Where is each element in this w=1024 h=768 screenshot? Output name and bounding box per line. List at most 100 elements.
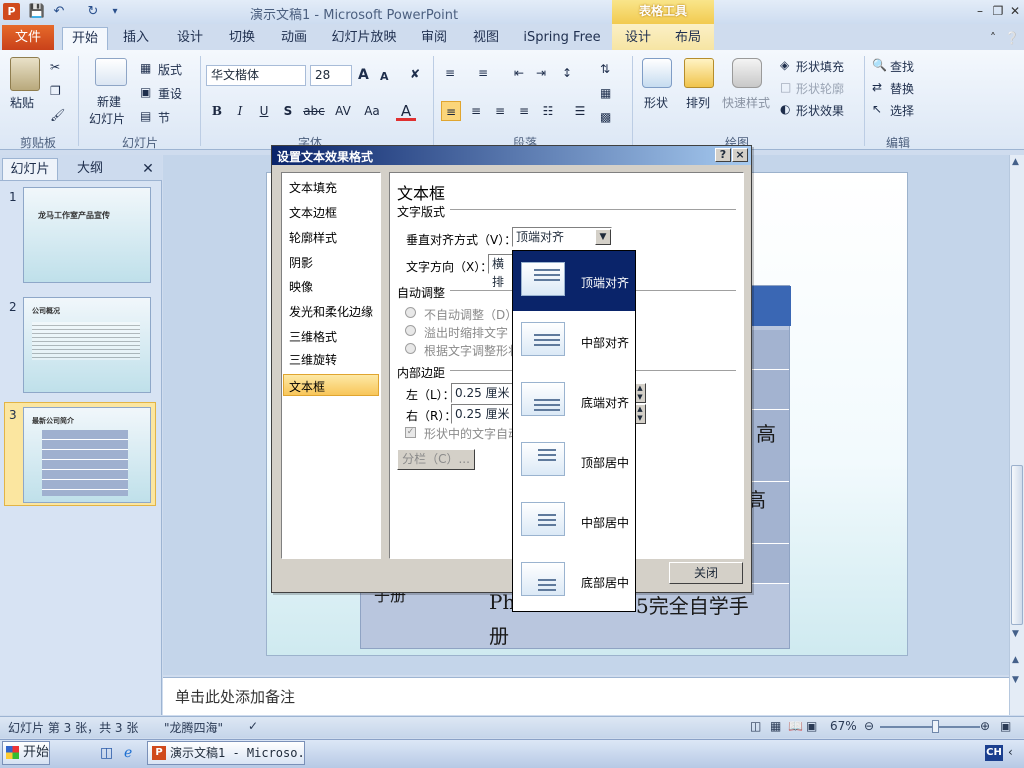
dialog-help-button[interactable]: ?: [715, 148, 731, 162]
copy-icon[interactable]: ❐: [50, 84, 61, 98]
zoom-level[interactable]: 67%: [830, 719, 857, 733]
font-name-combo[interactable]: 华文楷体: [206, 65, 306, 86]
spell-check-icon[interactable]: ✓: [248, 719, 258, 733]
paste-icon[interactable]: [10, 57, 40, 91]
normal-view-icon[interactable]: ◫: [750, 719, 761, 733]
columns-icon[interactable]: ☰: [570, 101, 590, 121]
tab-ispring[interactable]: iSpring Free: [520, 27, 604, 50]
quick-styles-icon[interactable]: [732, 58, 762, 88]
margin-right-input[interactable]: 0.25 厘米: [451, 404, 513, 424]
category-3d-format[interactable]: 三维格式: [289, 328, 337, 345]
redo-icon[interactable]: ↻: [84, 3, 102, 21]
scroll-up-icon[interactable]: ▲: [1012, 157, 1019, 167]
slide-sorter-icon[interactable]: ▦: [770, 719, 781, 733]
zoom-in-icon[interactable]: ⊕: [980, 719, 990, 733]
tab-review[interactable]: 审阅: [412, 27, 456, 50]
zoom-out-icon[interactable]: ⊖: [864, 719, 874, 733]
columns-button[interactable]: 分栏（C）...: [397, 449, 475, 470]
grow-font-button[interactable]: A: [358, 67, 369, 83]
dialog-close-button[interactable]: 关闭: [669, 562, 743, 584]
shape-fill-button[interactable]: 形状填充: [796, 58, 844, 75]
customize-quick-access-icon[interactable]: ▾: [106, 3, 124, 21]
vertical-alignment-dropdown-arrow[interactable]: ▼: [595, 229, 611, 245]
minimize-ribbon-icon[interactable]: ˄: [985, 30, 1001, 46]
select-button[interactable]: 选择: [890, 102, 914, 119]
text-shadow-button[interactable]: S: [278, 101, 298, 121]
replace-button[interactable]: 替换: [890, 80, 914, 97]
shrink-font-button[interactable]: A: [380, 70, 389, 83]
scrollbar-thumb[interactable]: [1011, 465, 1023, 625]
category-text-fill[interactable]: 文本填充: [289, 179, 337, 196]
category-glow-soft-edges[interactable]: 发光和柔化边缘: [289, 303, 373, 320]
category-text-box[interactable]: 文本框: [289, 378, 325, 395]
shapes-button[interactable]: 形状: [644, 94, 668, 111]
reading-view-icon[interactable]: 📖: [788, 719, 803, 733]
find-button[interactable]: 查找: [890, 58, 914, 75]
undo-icon[interactable]: ↶: [50, 3, 68, 21]
category-3d-rotation[interactable]: 三维旋转: [289, 351, 337, 368]
new-slide-button[interactable]: 新建: [97, 93, 121, 110]
close-window-icon[interactable]: ✕: [1007, 3, 1023, 19]
notes-placeholder[interactable]: 单击此处添加备注: [175, 686, 295, 707]
shape-effects-button[interactable]: 形状效果: [796, 102, 844, 119]
strikethrough-button[interactable]: abc: [301, 101, 327, 121]
restore-icon[interactable]: ❐: [990, 3, 1006, 19]
ime-indicator[interactable]: CH: [985, 745, 1003, 761]
align-text-icon[interactable]: ▦: [600, 86, 611, 100]
align-left-icon[interactable]: ≡: [441, 101, 461, 121]
line-spacing-icon[interactable]: ↕: [562, 66, 572, 80]
bullets-icon[interactable]: ≡: [445, 66, 455, 80]
close-pane-icon[interactable]: ✕: [138, 158, 158, 180]
dialog-close-x-button[interactable]: ×: [732, 148, 748, 162]
vertical-scrollbar[interactable]: ▲ ▼ ▲ ▼: [1009, 155, 1024, 715]
margin-left-input[interactable]: 0.25 厘米: [451, 383, 513, 403]
slideshow-view-icon[interactable]: ▣: [806, 719, 817, 733]
shapes-icon[interactable]: [642, 58, 672, 88]
clear-formatting-icon[interactable]: ✘: [410, 67, 420, 81]
slide-thumbnail-2[interactable]: 公司概况: [23, 297, 151, 393]
character-spacing-button[interactable]: AV: [330, 101, 356, 121]
show-desktop-icon[interactable]: ◫: [100, 745, 113, 761]
tab-outline-pane[interactable]: 大纲: [66, 158, 114, 180]
tab-animations[interactable]: 动画: [272, 27, 316, 50]
powerpoint-app-icon[interactable]: P: [3, 3, 20, 20]
change-case-button[interactable]: Aa: [360, 101, 384, 121]
new-slide-dropdown[interactable]: 幻灯片: [89, 110, 125, 127]
smartart-icon[interactable]: ▩: [600, 110, 611, 124]
underline-button[interactable]: U: [254, 101, 274, 121]
font-size-combo[interactable]: 28: [310, 65, 352, 86]
autofit-shrink-radio[interactable]: [405, 325, 416, 336]
tab-transitions[interactable]: 切换: [220, 27, 264, 50]
zoom-slider[interactable]: [880, 726, 980, 728]
scroll-down-icon[interactable]: ▼: [1012, 629, 1019, 639]
taskbar-powerpoint-window[interactable]: 演示文稿1 - Microso...: [147, 741, 305, 765]
format-painter-icon[interactable]: 🖌: [50, 108, 65, 122]
category-text-outline[interactable]: 文本边框: [289, 204, 337, 221]
tab-view[interactable]: 视图: [464, 27, 508, 50]
autofit-resize-radio[interactable]: [405, 343, 416, 354]
category-reflection[interactable]: 映像: [289, 278, 313, 295]
bold-button[interactable]: B: [207, 101, 227, 121]
italic-button[interactable]: I: [230, 101, 250, 121]
new-slide-icon[interactable]: [95, 58, 127, 86]
category-shadow[interactable]: 阴影: [289, 254, 313, 271]
align-center-icon[interactable]: ≡: [466, 101, 486, 121]
zoom-slider-thumb[interactable]: [932, 720, 939, 733]
text-direction-icon[interactable]: ⇅: [600, 62, 610, 76]
arrange-button[interactable]: 排列: [686, 94, 710, 111]
help-icon[interactable]: ❔: [1004, 30, 1020, 46]
tab-slides-pane[interactable]: 幻灯片: [2, 158, 58, 180]
previous-slide-icon[interactable]: ▲: [1012, 655, 1019, 665]
tab-slideshow[interactable]: 幻灯片放映: [328, 27, 400, 50]
reset-button[interactable]: 重设: [158, 85, 182, 102]
cut-icon[interactable]: ✂: [50, 60, 60, 74]
shape-outline-button[interactable]: 形状轮廓: [796, 80, 844, 97]
wrap-text-checkbox[interactable]: ✓: [405, 427, 416, 438]
tab-insert[interactable]: 插入: [114, 27, 158, 50]
increase-indent-icon[interactable]: ⇥: [536, 66, 546, 80]
fit-to-window-icon[interactable]: ▣: [1000, 719, 1011, 733]
numbering-icon[interactable]: ≡: [478, 66, 488, 80]
next-slide-icon[interactable]: ▼: [1012, 675, 1019, 685]
tab-file[interactable]: 文件: [2, 25, 54, 50]
decrease-indent-icon[interactable]: ⇤: [514, 66, 524, 80]
